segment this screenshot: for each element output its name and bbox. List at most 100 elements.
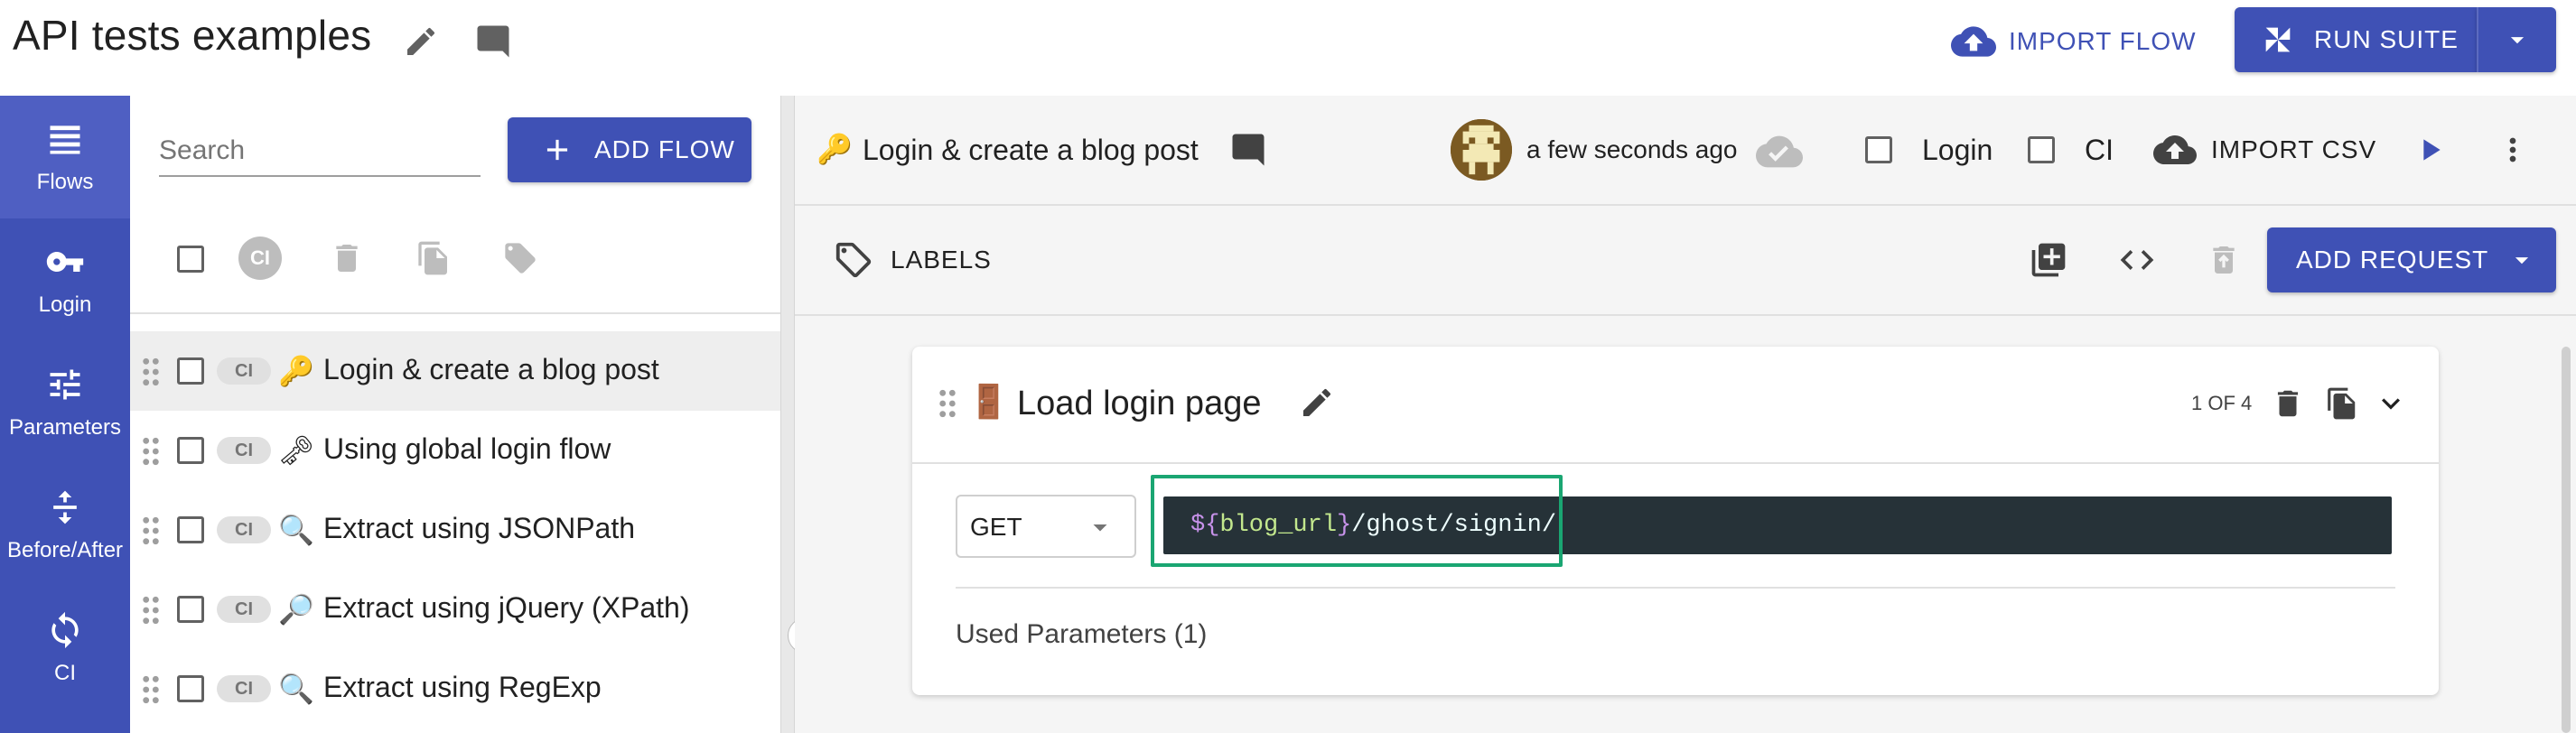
tag-icon (505, 243, 536, 274)
comment-icon (1232, 134, 1265, 166)
method-select[interactable]: GET (956, 495, 1136, 558)
nav-item-before-after[interactable]: Before/After (0, 464, 130, 587)
drag-handle-icon[interactable] (938, 388, 957, 419)
caret-down-icon (2510, 37, 2525, 44)
duplicate-request-button[interactable] (2321, 383, 2363, 424)
drag-handle-icon[interactable] (141, 515, 161, 546)
add-flow-label: ADD FLOW (594, 135, 735, 163)
duplicate-flows-button[interactable] (412, 237, 455, 280)
add-flow-button[interactable]: ADD FLOW (508, 117, 751, 182)
flow-checkbox[interactable] (177, 596, 204, 623)
flow-comment-button[interactable] (1225, 126, 1272, 173)
flow-name: Extract using RegExp (323, 671, 602, 703)
copy-icon (418, 241, 447, 275)
flow-checkbox[interactable] (177, 675, 204, 702)
ci-checkbox-label: CI (2085, 134, 2114, 166)
method-value: GET (970, 513, 1022, 541)
nav-item-flows[interactable]: Flows (0, 96, 130, 218)
ci-filter-button[interactable]: CI (238, 237, 282, 280)
request-section-divider (956, 587, 2395, 589)
ci-chip-label: CI (235, 678, 253, 699)
key-icon (46, 252, 84, 272)
copy-icon (2328, 387, 2356, 420)
ci-chip[interactable]: CI (217, 437, 271, 464)
comment-button[interactable] (468, 18, 518, 65)
avatar (1451, 119, 1512, 181)
ci-chip[interactable]: CI (217, 675, 271, 702)
login-checkbox[interactable] (1865, 136, 1892, 163)
nav-item-login[interactable]: Login (0, 218, 130, 341)
import-flow-label: IMPORT FLOW (2009, 27, 2197, 55)
labels-button[interactable]: LABELS (833, 235, 1013, 285)
code-view-button[interactable] (2114, 237, 2161, 283)
ci-chip[interactable]: CI (217, 357, 271, 385)
run-flow-button[interactable] (2406, 126, 2453, 173)
url-highlight-box (1151, 475, 1563, 567)
edit-title-button[interactable] (396, 18, 446, 65)
ci-checkbox[interactable] (2028, 136, 2055, 163)
delete-request-button[interactable] (2267, 383, 2309, 424)
nav-item-parameters[interactable]: Parameters (0, 341, 130, 464)
scrollbar[interactable] (2562, 347, 2571, 733)
ci-chip-label: CI (235, 440, 253, 460)
flow-row[interactable]: CI 🔍 Extract using RegExp (130, 649, 780, 728)
drag-handle-icon[interactable] (141, 436, 161, 467)
more-vert-icon (2509, 137, 2516, 162)
search-input[interactable] (159, 126, 481, 177)
delete-up-icon (2213, 246, 2235, 274)
run-suite-label: RUN SUITE (2314, 25, 2459, 53)
add-request-label: ADD REQUEST (2296, 246, 2489, 274)
flow-row[interactable]: CI 🔎 Extract using jQuery (XPath) (130, 570, 780, 649)
ci-chip[interactable]: CI (217, 516, 271, 543)
header-divider (795, 204, 2576, 206)
nav-rail: Flows Login Parameters Before/After CI (0, 96, 130, 733)
card-divider (912, 462, 2439, 464)
flow-checkbox[interactable] (177, 516, 204, 543)
flow-key-emoji-icon: 🔑 (817, 133, 853, 165)
import-flow-button[interactable]: IMPORT FLOW (1951, 16, 2204, 67)
more-options-button[interactable] (2489, 126, 2536, 173)
door-emoji-icon: 🚪 (968, 383, 1009, 420)
caret-down-icon (1093, 524, 1107, 532)
flow-row[interactable]: CI 🔑 Login & create a blog post (130, 331, 780, 411)
delete-flows-button[interactable] (325, 237, 369, 280)
trash-icon (336, 245, 358, 272)
add-request-button[interactable]: ADD REQUEST (2267, 227, 2556, 292)
label-flows-button[interactable] (499, 237, 542, 280)
magnifier-right-emoji-icon: 🔎 (278, 593, 314, 626)
ci-chip[interactable]: CI (217, 596, 271, 623)
login-checkbox-label: Login (1922, 134, 1993, 166)
import-csv-label: IMPORT CSV (2211, 135, 2377, 163)
used-parameters-label[interactable]: Used Parameters (1) (956, 619, 1207, 650)
toolbar-divider (795, 314, 2576, 316)
run-suite-menu-button[interactable] (2477, 7, 2556, 72)
flow-name: Login & create a blog post (323, 353, 659, 385)
ci-filter-label: CI (250, 246, 270, 269)
nav-item-ci[interactable]: CI (0, 587, 130, 710)
import-csv-button[interactable]: IMPORT CSV (2153, 126, 2388, 173)
list-divider (130, 312, 780, 314)
drag-handle-icon[interactable] (141, 595, 161, 626)
tune-icon (50, 369, 80, 400)
list-icon (50, 125, 80, 154)
play-icon (2423, 139, 2441, 161)
flow-checkbox[interactable] (177, 357, 204, 385)
magnifier-emoji-icon: 🔍 (278, 673, 314, 705)
delete-requests-button[interactable] (2200, 237, 2247, 283)
add-to-collection-button[interactable] (2025, 237, 2072, 283)
ci-chip-label: CI (235, 519, 253, 540)
collapse-request-button[interactable] (2370, 383, 2412, 424)
edit-request-title-button[interactable] (1293, 379, 1340, 426)
pinwheel-icon (2265, 27, 2291, 52)
select-all-checkbox[interactable] (177, 246, 204, 273)
drag-handle-icon[interactable] (141, 674, 161, 705)
flow-row[interactable]: CI 🗝 Using global login flow (130, 411, 780, 490)
key-emoji-icon: 🔑 (278, 355, 314, 387)
ci-chip-label: CI (235, 360, 253, 381)
flow-checkbox[interactable] (177, 437, 204, 464)
drag-handle-icon[interactable] (141, 357, 161, 387)
run-suite-button[interactable]: RUN SUITE (2235, 7, 2477, 72)
vertical-split-icon (53, 490, 77, 524)
flow-row[interactable]: CI 🔍 Extract using JSONPath (130, 490, 780, 570)
pixel-avatar-icon (1451, 119, 1512, 181)
